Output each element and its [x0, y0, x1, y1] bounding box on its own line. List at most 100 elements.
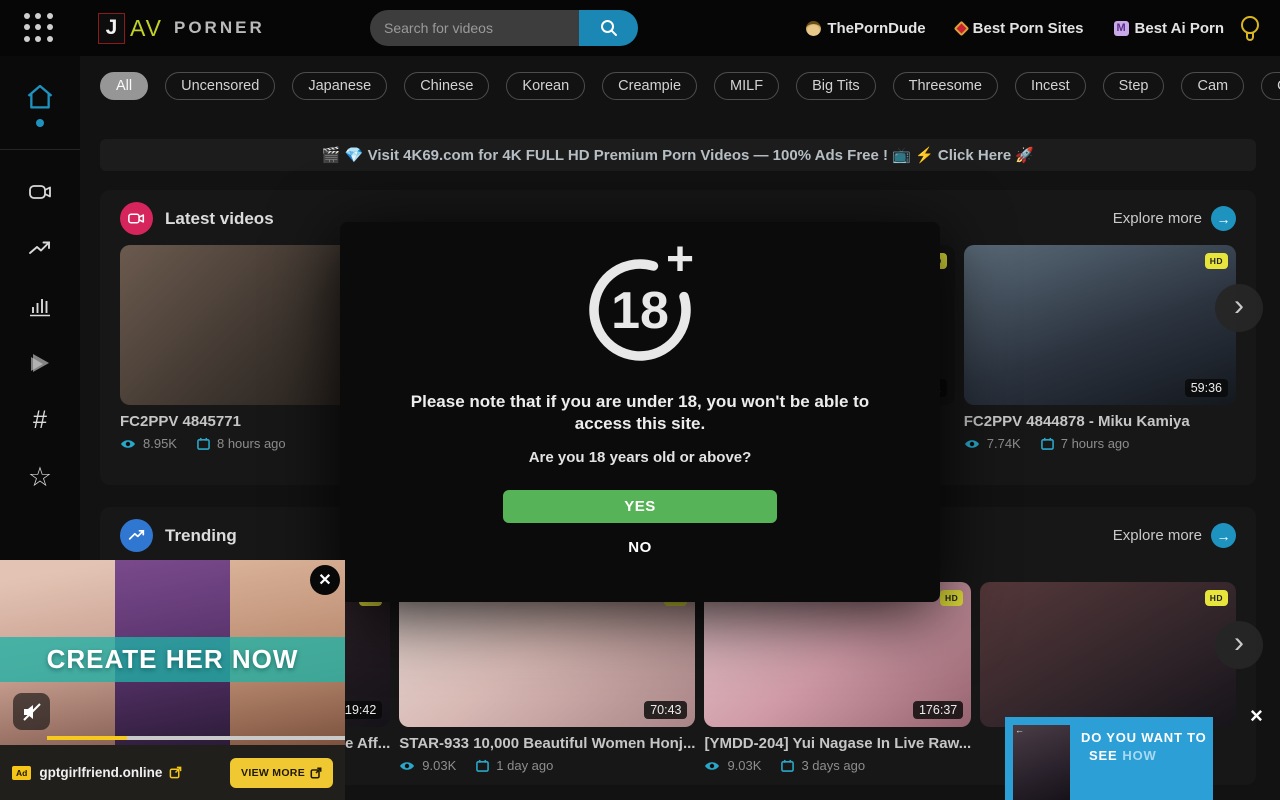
chip-step[interactable]: Step — [1103, 72, 1165, 100]
chevron-right-icon: › — [1234, 626, 1244, 660]
mute-button[interactable] — [13, 693, 50, 730]
view-count: 8.95K — [143, 436, 177, 451]
video-title[interactable]: [YMDD-204] Yui Nagase In Live Raw... — [704, 735, 971, 752]
bar-chart-icon — [27, 293, 53, 319]
video-camera-icon — [27, 179, 53, 205]
video-thumbnail[interactable]: HD 70:43 — [399, 582, 695, 727]
sidebar-item-tags[interactable]: # — [25, 405, 55, 435]
sidebar-item-trending[interactable] — [25, 234, 55, 264]
external-link-icon[interactable] — [169, 766, 182, 779]
chip-korean[interactable]: Korean — [506, 72, 585, 100]
sidebar-item-playlists[interactable] — [25, 348, 55, 378]
explore-label: Explore more — [1113, 527, 1202, 544]
link-best-porn-sites[interactable]: Best Porn Sites — [956, 20, 1084, 37]
trending-up-icon — [128, 527, 145, 544]
video-thumbnail[interactable]: HD 176:37 — [704, 582, 971, 727]
explore-more-latest[interactable]: Explore more → — [1113, 206, 1236, 231]
close-icon: × — [1250, 703, 1263, 728]
chevron-right-icon: › — [1234, 289, 1244, 323]
latest-carousel-next-button[interactable]: › — [1215, 284, 1263, 332]
sidebar-item-videos[interactable] — [25, 177, 55, 207]
advertiser-link[interactable]: gptgirlfriend.online — [39, 765, 162, 780]
ad-thumbnail: ← — [1013, 725, 1070, 800]
search-input[interactable] — [370, 10, 579, 46]
ad-video-area[interactable]: CREATE HER NOW ✕ — [0, 560, 345, 745]
logo-text: PORNER — [174, 18, 265, 38]
eye-icon — [964, 438, 980, 450]
explore-more-trending[interactable]: Explore more → — [1113, 523, 1236, 548]
latest-videos-icon — [120, 202, 153, 235]
view-more-button[interactable]: VIEW MORE — [230, 758, 333, 788]
calendar-icon — [781, 759, 794, 772]
search-icon — [599, 18, 619, 38]
promo-banner[interactable]: 🎬 💎 Visit 4K69.com for 4K FULL HD Premiu… — [100, 139, 1256, 171]
video-thumbnail[interactable]: HD 59:36 — [964, 245, 1236, 405]
chip-big-tits[interactable]: Big Tits — [796, 72, 876, 100]
no-button[interactable]: NO — [340, 539, 940, 556]
link-best-ai-porn[interactable]: M Best Ai Porn — [1114, 20, 1224, 37]
chip-japanese[interactable]: Japanese — [292, 72, 387, 100]
chip-creampie[interactable]: Creampie — [602, 72, 697, 100]
video-camera-icon — [128, 210, 145, 227]
hd-badge: HD — [940, 590, 963, 606]
search-button[interactable] — [579, 10, 638, 46]
theme-toggle[interactable] — [1238, 14, 1262, 47]
calendar-icon — [476, 759, 489, 772]
ad-line2: SEEHOW — [1089, 748, 1207, 763]
yes-button[interactable]: YES — [503, 490, 777, 523]
eighteen-plus-icon: 18 + — [575, 242, 705, 372]
bottom-right-ad[interactable]: ← DO YOU WANT TO SEEHOW — [1005, 717, 1213, 800]
logo-j: J — [98, 13, 125, 44]
upload-age: 7 hours ago — [1061, 436, 1130, 451]
view-more-label: VIEW MORE — [241, 767, 305, 779]
video-title[interactable]: FC2PPV 4844878 - Miku Kamiya — [964, 413, 1236, 430]
upload-age: 3 days ago — [801, 758, 865, 773]
modal-heading: Please note that if you are under 18, yo… — [385, 391, 895, 435]
chip-threesome[interactable]: Threesome — [893, 72, 998, 100]
header-links: ThePornDude Best Porn Sites M Best Ai Po… — [806, 0, 1224, 56]
link-label: Best Porn Sites — [973, 20, 1084, 37]
calendar-icon — [1041, 437, 1054, 450]
chip-other[interactable]: Other — [1261, 72, 1280, 100]
ai-icon: M — [1114, 21, 1129, 36]
trending-carousel-next-button[interactable]: › — [1215, 621, 1263, 669]
theporndude-icon — [806, 21, 821, 36]
section-title: Latest videos — [165, 209, 274, 229]
ad-line2-see: SEE — [1089, 748, 1117, 763]
sidebar-item-rankings[interactable] — [25, 291, 55, 321]
ad-close-button[interactable]: ✕ — [310, 565, 340, 595]
view-count: 7.74K — [987, 436, 1021, 451]
link-label: Best Ai Porn — [1135, 20, 1224, 37]
chip-uncensored[interactable]: Uncensored — [165, 72, 275, 100]
calendar-icon — [197, 437, 210, 450]
plus-text: + — [666, 242, 694, 286]
chip-all[interactable]: All — [100, 72, 148, 100]
apps-grid-icon[interactable] — [24, 13, 54, 43]
chip-incest[interactable]: Incest — [1015, 72, 1086, 100]
video-thumbnail[interactable]: HD — [980, 582, 1236, 727]
ad-progress-bar[interactable] — [47, 736, 345, 740]
ad-close-button[interactable]: × — [1250, 705, 1263, 727]
chip-cam[interactable]: Cam — [1181, 72, 1244, 100]
site-logo[interactable]: J AV PORNER — [98, 13, 265, 44]
arrow-right-icon: → — [1211, 523, 1236, 548]
arrow-right-icon: → — [1211, 206, 1236, 231]
star-icon: ☆ — [28, 462, 52, 493]
muted-speaker-icon — [21, 701, 43, 723]
video-title[interactable]: STAR-933 10,000 Beautiful Women Honj... — [399, 735, 695, 752]
sidebar-item-favorites[interactable]: ☆ — [25, 462, 55, 492]
video-ad: CREATE HER NOW ✕ Ad gptgirlfriend.online… — [0, 560, 345, 800]
active-indicator-dot — [36, 119, 44, 127]
hd-badge: HD — [1205, 253, 1228, 269]
chip-milf[interactable]: MILF — [714, 72, 779, 100]
sidebar-item-home[interactable] — [25, 82, 55, 127]
duration-badge: 59:36 — [1185, 379, 1228, 397]
external-link-icon — [310, 767, 322, 779]
upload-age: 8 hours ago — [217, 436, 286, 451]
logo-av: AV — [130, 15, 163, 42]
link-theporndude[interactable]: ThePornDude — [806, 20, 925, 37]
close-icon: ✕ — [318, 570, 331, 590]
video-meta: 9.03K 3 days ago — [704, 758, 971, 773]
chip-chinese[interactable]: Chinese — [404, 72, 489, 100]
link-label: ThePornDude — [827, 20, 925, 37]
